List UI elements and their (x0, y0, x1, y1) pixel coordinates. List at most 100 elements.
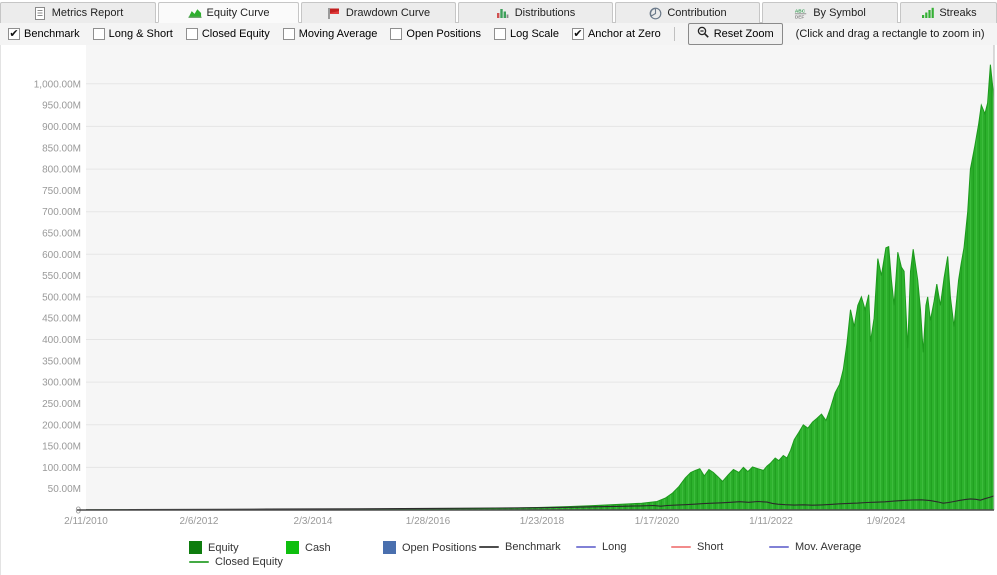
streak-bars-icon (920, 7, 934, 19)
svg-text:DEF: DEF (795, 14, 805, 19)
checkbox-log-scale[interactable]: Log Scale (494, 28, 559, 40)
legend-label: Benchmark (505, 541, 561, 553)
legend-label: Open Positions (402, 541, 477, 554)
reset-zoom-button[interactable]: Reset Zoom (687, 23, 783, 45)
tab-distributions[interactable]: Distributions (458, 2, 613, 23)
unchecked-checkbox-icon[interactable] (494, 28, 507, 40)
checkbox-label: Long & Short (108, 28, 173, 40)
y-axis-label: 600.00M (42, 250, 81, 261)
tab-contribution[interactable]: Contribution (615, 2, 760, 23)
drawdown-flag-icon (327, 7, 341, 19)
legend-label: Mov. Average (795, 541, 862, 553)
y-axis-label: 500.00M (42, 292, 81, 303)
legend-swatch-line (576, 546, 596, 548)
x-axis-label: 1/17/2020 (635, 516, 680, 527)
histogram-icon (496, 7, 510, 19)
y-axis-label: 800.00M (42, 165, 81, 176)
y-axis-label: 650.00M (42, 229, 81, 240)
tab-label: Drawdown Curve (345, 7, 431, 19)
x-axis-label: 2/6/2012 (180, 516, 219, 527)
chart-legend: Equity Cash Open Positions Benchmark Long Sho… (0, 535, 997, 575)
unchecked-checkbox-icon[interactable] (390, 28, 403, 40)
tab-label: Distributions (514, 7, 576, 19)
equity-curve-chart[interactable]: 0 50.00M 100.00M 150.00M 200.00M 250.00M 300.0… (0, 45, 997, 535)
equity-curve-plot[interactable]: 0 50.00M 100.00M 150.00M 200.00M 250.00M 300.0… (1, 45, 997, 535)
legend-swatch-line (189, 561, 209, 563)
x-axis-label: 2/11/2010 (64, 516, 108, 527)
checkbox-label: Anchor at Zero (587, 28, 661, 40)
y-axis-label: 950.00M (42, 101, 81, 112)
y-axis-label: 700.00M (42, 207, 81, 218)
checkbox-label: Moving Average (298, 28, 378, 40)
y-axis-label: 1,000.00M (34, 79, 81, 90)
y-axis-label: 50.00M (48, 484, 81, 495)
tab-label: Contribution (667, 7, 727, 19)
tab-label: By Symbol (813, 7, 866, 19)
legend-item-equity: Equity (189, 541, 239, 554)
x-axis-label: 1/28/2016 (406, 516, 451, 527)
legend-item-long: Long (576, 541, 626, 553)
legend-item-open-positions: Open Positions (383, 541, 477, 554)
y-axis-label: 300.00M (42, 378, 81, 389)
y-axis-label: 450.00M (42, 314, 81, 325)
zoom-hint-text: (Click and drag a rectangle to zoom in) (795, 28, 985, 40)
equity-chart-icon (187, 7, 202, 19)
y-axis-label: 550.00M (42, 271, 81, 282)
abc-def-icon: ABC DEF (794, 7, 808, 19)
y-axis-label: 150.00M (42, 442, 81, 453)
y-axis-label: 750.00M (42, 186, 81, 197)
checkbox-moving-average[interactable]: Moving Average (282, 28, 378, 40)
checkbox-open-positions[interactable]: Open Positions (390, 28, 481, 40)
y-axis-label: 200.00M (42, 420, 81, 431)
legend-swatch-line (479, 546, 499, 548)
checkbox-long-short[interactable]: Long & Short (92, 28, 173, 40)
tab-label: Metrics Report (51, 7, 124, 19)
unchecked-checkbox-icon[interactable] (92, 28, 105, 40)
y-axis-label: 100.00M (42, 463, 81, 474)
legend-label: Closed Equity (215, 556, 283, 568)
checkbox-label: Log Scale (510, 28, 559, 40)
x-axis-label: 2/3/2014 (294, 516, 333, 527)
legend-item-benchmark: Benchmark (479, 541, 561, 553)
checkbox-closed-equity[interactable]: Closed Equity (185, 28, 270, 40)
y-axis-label: 250.00M (42, 399, 81, 410)
tab-metrics-report[interactable]: Metrics Report (0, 2, 156, 23)
legend-label: Long (602, 541, 627, 553)
y-axis-label: 900.00M (42, 122, 81, 133)
tab-label: Equity Curve (206, 6, 270, 19)
checkbox-benchmark[interactable]: ✔ Benchmark (8, 28, 80, 40)
unchecked-checkbox-icon[interactable] (282, 28, 295, 40)
legend-swatch-square (383, 541, 396, 554)
checkbox-label: Closed Equity (201, 28, 270, 40)
legend-swatch-line (769, 546, 789, 548)
checked-checkbox-icon[interactable]: ✔ (571, 28, 584, 40)
legend-label: Equity (208, 541, 239, 554)
unchecked-checkbox-icon[interactable] (185, 28, 198, 40)
y-axis-label: 0 (75, 506, 81, 517)
legend-item-short: Short (671, 541, 723, 553)
pie-clock-icon (648, 7, 662, 19)
legend-item-closed-equity: Closed Equity (189, 556, 283, 568)
legend-swatch-square (189, 541, 202, 554)
toolbar-separator (673, 27, 675, 41)
tab-drawdown-curve[interactable]: Drawdown Curve (301, 2, 456, 23)
checkbox-label: Open Positions (406, 28, 482, 40)
zoom-out-magnifier-icon (697, 26, 710, 42)
y-axis-label: 400.00M (42, 335, 81, 346)
tab-streaks[interactable]: Streaks (900, 2, 997, 23)
equity-curve-toolbar: ✔ Benchmark Long & Short Closed Equity Movin… (0, 23, 997, 45)
legend-item-cash: Cash (286, 541, 331, 554)
y-axis-label: 350.00M (42, 356, 81, 367)
y-axis-label: 850.00M (42, 143, 81, 154)
report-tab-bar: Metrics Report Equity Curve Drawdown Curve… (0, 0, 997, 23)
tab-equity-curve[interactable]: Equity Curve (158, 2, 299, 23)
x-axis-label: 1/23/2018 (520, 516, 565, 527)
tab-by-symbol[interactable]: ABC DEF By Symbol (762, 2, 898, 23)
x-axis-label: 1/11/2022 (749, 516, 793, 527)
checked-checkbox-icon[interactable]: ✔ (8, 28, 20, 40)
legend-label: Short (697, 541, 724, 553)
document-icon (33, 6, 47, 20)
checkbox-anchor-at-zero[interactable]: ✔ Anchor at Zero (571, 28, 661, 40)
backtest-report-window: Metrics Report Equity Curve Drawdown Curve… (0, 0, 997, 575)
x-axis-label: 1/9/2024 (867, 516, 906, 527)
